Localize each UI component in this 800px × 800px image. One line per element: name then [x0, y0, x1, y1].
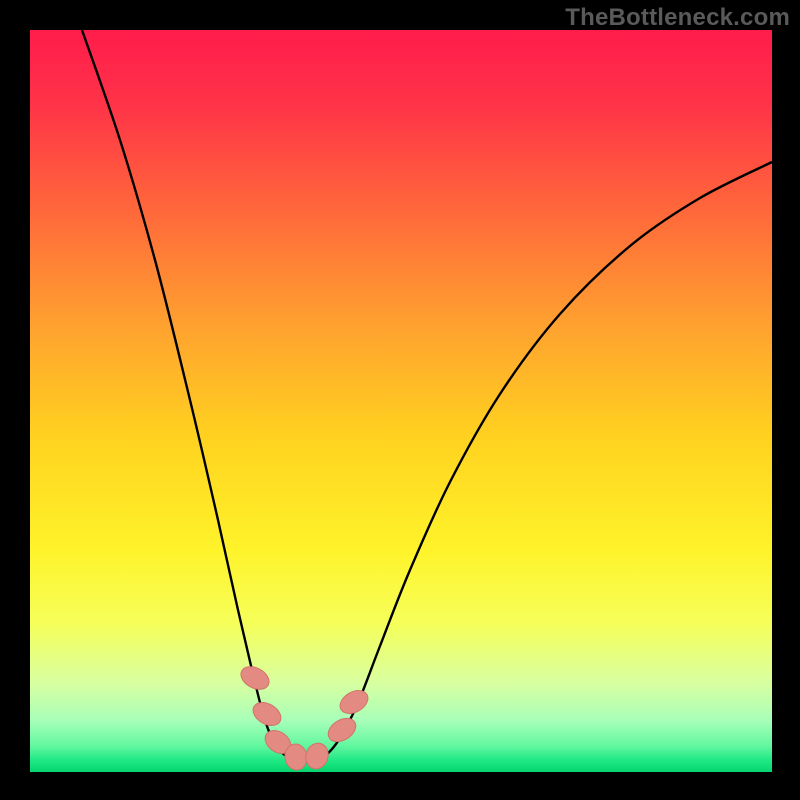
watermark-text: TheBottleneck.com — [565, 4, 790, 32]
gradient-background — [30, 30, 772, 772]
chart-svg — [30, 30, 772, 772]
outer-frame: TheBottleneck.com — [0, 0, 800, 800]
plot-area — [30, 30, 772, 772]
